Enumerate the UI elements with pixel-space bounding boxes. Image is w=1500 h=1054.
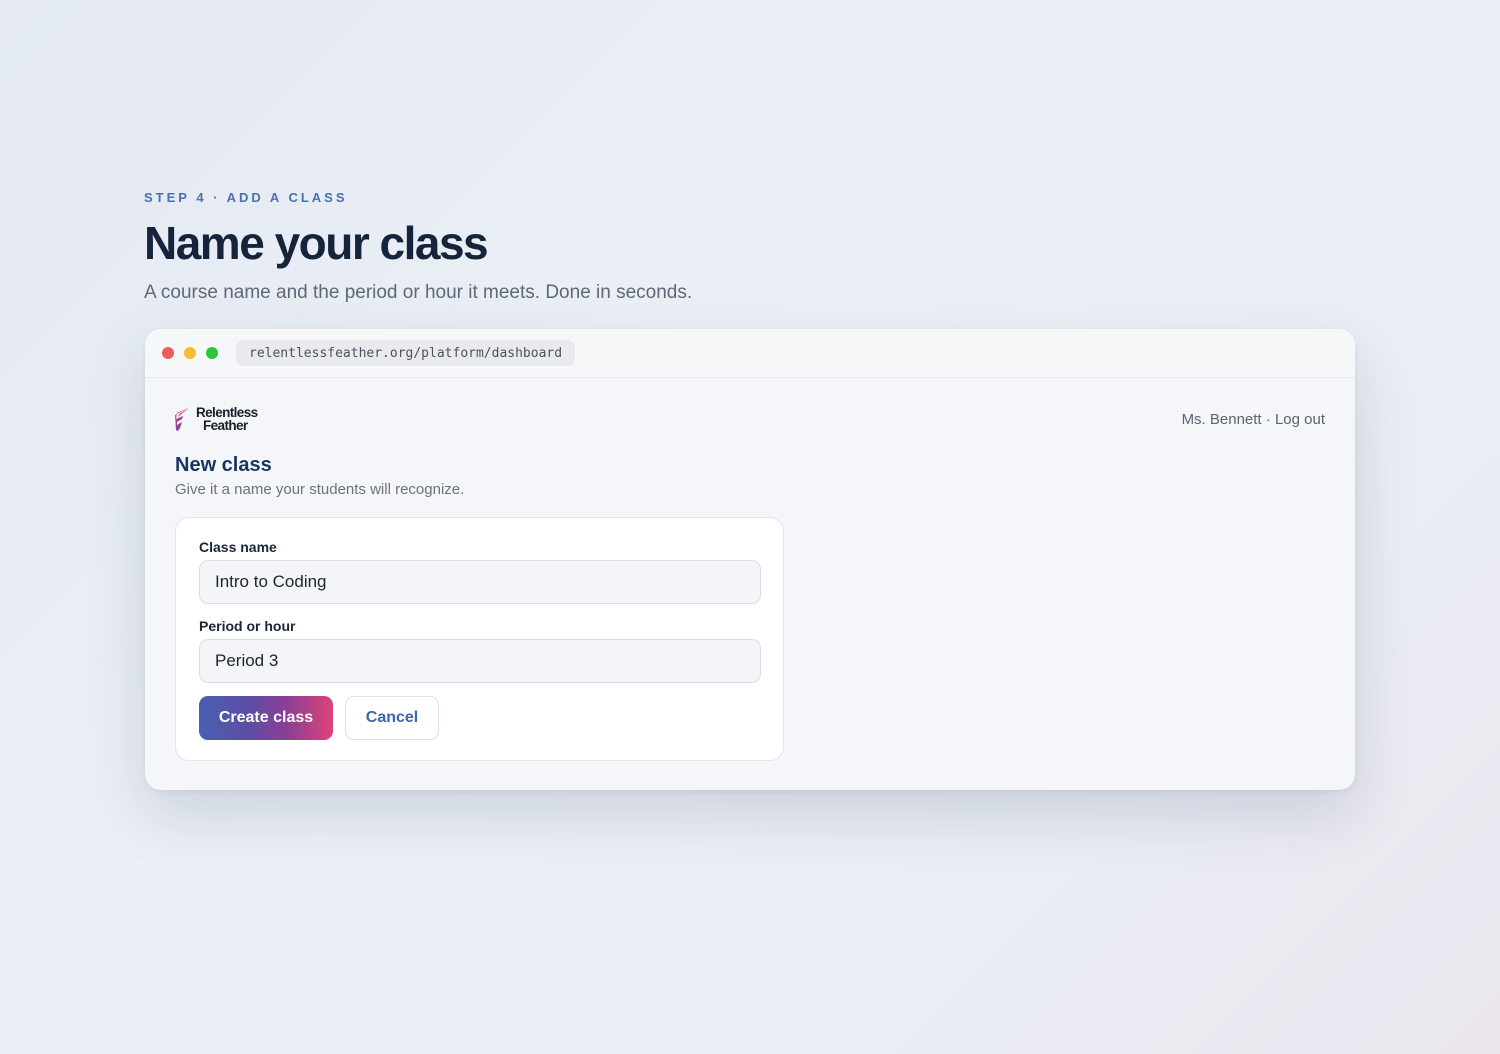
user-nav: Ms. Bennett · Log out	[1182, 411, 1325, 428]
nav-separator: ·	[1261, 411, 1275, 428]
section-title: New class	[175, 454, 272, 476]
cancel-button[interactable]: Cancel	[345, 696, 439, 740]
page-title: Name your class	[144, 217, 489, 269]
browser-window: relentlessfeather.org/platform/dashboard…	[145, 329, 1355, 790]
new-class-form: Class name Period or hour Create class C…	[175, 517, 784, 761]
logo[interactable]: Relentless Feather	[174, 406, 258, 432]
hero: STEP 4 · ADD A CLASS Name your class A c…	[144, 190, 692, 304]
create-class-button[interactable]: Create class	[199, 696, 333, 740]
maximize-window-dot[interactable]	[206, 347, 218, 359]
class-name-label: Class name	[199, 539, 277, 555]
logo-wordmark: Relentless Feather	[196, 406, 258, 433]
section-subtitle: Give it a name your students will recogn…	[175, 481, 465, 498]
close-window-dot[interactable]	[162, 347, 174, 359]
feather-logo-icon	[175, 407, 190, 431]
page-subtitle: A course name and the period or hour it …	[144, 282, 693, 303]
class-name-input[interactable]	[199, 560, 761, 604]
user-name: Ms. Bennett	[1181, 411, 1262, 428]
logout-link[interactable]: Log out	[1275, 411, 1325, 428]
address-bar[interactable]: relentlessfeather.org/platform/dashboard	[236, 340, 576, 366]
period-label: Period or hour	[199, 618, 296, 634]
step-label: STEP 4 · ADD A CLASS	[144, 190, 348, 205]
period-input[interactable]	[199, 639, 761, 683]
browser-chrome: relentlessfeather.org/platform/dashboard	[145, 329, 1355, 378]
minimize-window-dot[interactable]	[184, 347, 196, 359]
logo-line-2: Feather	[203, 418, 248, 433]
app-content: Relentless Feather Ms. Bennett · Log out…	[145, 378, 1355, 790]
